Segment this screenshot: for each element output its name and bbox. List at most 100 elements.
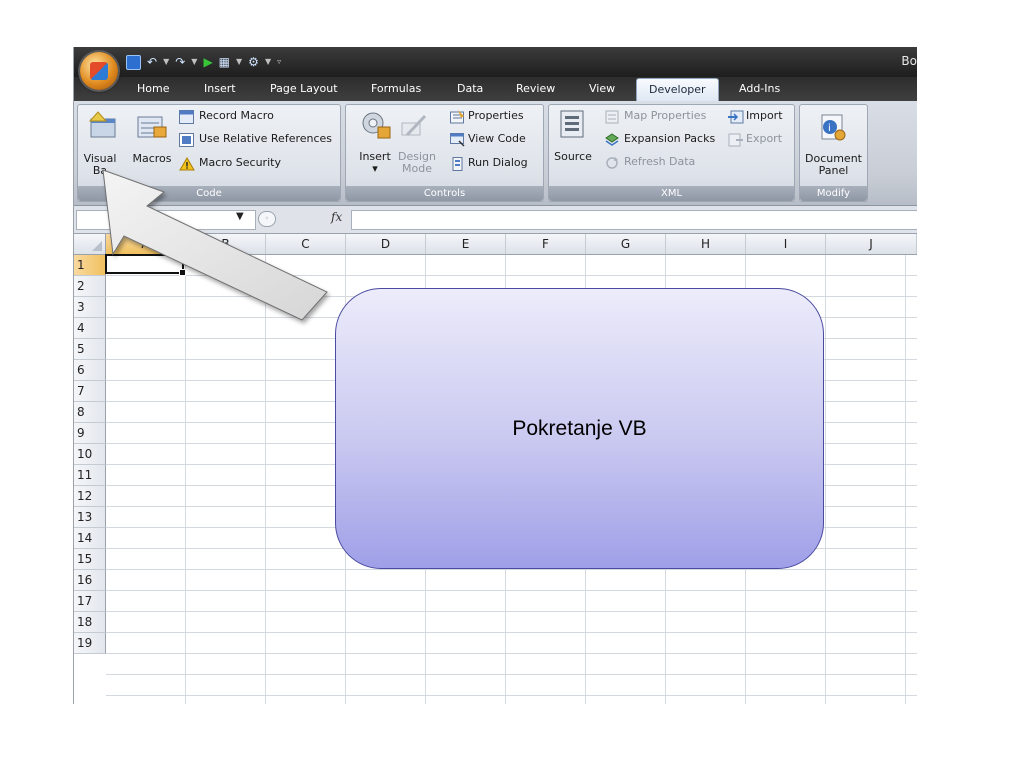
- column-header[interactable]: A: [106, 234, 186, 254]
- properties-icon: [450, 109, 465, 124]
- export-button[interactable]: Export: [746, 132, 782, 145]
- row-header[interactable]: 3: [74, 297, 106, 318]
- macro-security-button[interactable]: Macro Security: [199, 156, 281, 169]
- column-header[interactable]: H: [666, 234, 746, 254]
- save-icon[interactable]: [126, 54, 141, 70]
- macros-icon[interactable]: [136, 113, 168, 141]
- source-button[interactable]: Source: [553, 151, 593, 163]
- row-header[interactable]: 16: [74, 570, 106, 591]
- group-label-controls: Controls: [346, 186, 543, 201]
- callout-text: Pokretanje VB: [512, 416, 647, 440]
- callout-box: Pokretanje VB: [335, 288, 824, 569]
- row-header[interactable]: 7: [74, 381, 106, 402]
- tab-view[interactable]: View: [589, 82, 615, 95]
- expansion-packs-icon: [605, 132, 620, 146]
- ribbon-tabs: Home Insert Page Layout Formulas Data Re…: [74, 77, 917, 101]
- window-title: Bo: [901, 54, 917, 68]
- undo-icon[interactable]: ↶: [147, 53, 157, 71]
- refresh-data-button[interactable]: Refresh Data: [624, 155, 695, 168]
- column-header[interactable]: I: [746, 234, 826, 254]
- row-header[interactable]: 12: [74, 486, 106, 507]
- undo-dropdown-icon[interactable]: ▼: [163, 53, 169, 71]
- active-cell-a1[interactable]: [105, 254, 186, 276]
- tab-formulas[interactable]: Formulas: [371, 82, 421, 95]
- tab-developer[interactable]: Developer: [636, 78, 719, 101]
- design-mode-button[interactable]: Design Mode: [396, 151, 438, 175]
- row-header[interactable]: 11: [74, 465, 106, 486]
- properties-button[interactable]: Properties: [468, 109, 524, 122]
- row-header[interactable]: 8: [74, 402, 106, 423]
- document-panel-button[interactable]: Document Panel: [800, 153, 867, 177]
- group-xml: Source Map Properties Expansion Packs Re…: [548, 104, 795, 202]
- column-header[interactable]: G: [586, 234, 666, 254]
- quick-access-toolbar: ↶ ▼ ↷ ▼ ▶ ▦ ▼ ⚙ ▼ ▿: [126, 53, 281, 71]
- form-dropdown-icon[interactable]: ▼: [236, 53, 242, 71]
- visual-basic-button[interactable]: Visual Ba: [80, 153, 120, 177]
- source-icon[interactable]: [558, 109, 586, 139]
- view-code-button[interactable]: View Code: [468, 132, 526, 145]
- group-label-modify: Modify: [800, 186, 867, 201]
- svg-text:i: i: [828, 123, 831, 134]
- refresh-data-icon: [605, 155, 620, 169]
- row-header[interactable]: 17: [74, 591, 106, 612]
- ribbon: Visual Ba Macros Record Macro Use Relativ…: [74, 101, 917, 206]
- tab-add-ins[interactable]: Add-Ins: [739, 82, 780, 95]
- run-macro-icon[interactable]: ▶: [203, 53, 212, 71]
- group-code: Visual Ba Macros Record Macro Use Relativ…: [77, 104, 341, 202]
- row-header[interactable]: 18: [74, 612, 106, 633]
- name-box[interactable]: [76, 210, 256, 230]
- column-headers: A B C D E F G H I J: [74, 234, 917, 255]
- map-properties-button[interactable]: Map Properties: [624, 109, 706, 122]
- column-header[interactable]: E: [426, 234, 506, 254]
- row-header[interactable]: 13: [74, 507, 106, 528]
- office-button[interactable]: [80, 52, 118, 90]
- row-header[interactable]: 5: [74, 339, 106, 360]
- form-icon[interactable]: ▦: [219, 53, 230, 71]
- run-dialog-icon: [450, 156, 465, 171]
- row-header[interactable]: 19: [74, 633, 106, 654]
- column-header[interactable]: J: [826, 234, 917, 254]
- column-header[interactable]: D: [346, 234, 426, 254]
- visual-basic-icon[interactable]: [88, 111, 118, 139]
- row-header[interactable]: 2: [74, 276, 106, 297]
- insert-function-icon[interactable]: fx: [331, 210, 342, 224]
- document-panel-icon[interactable]: i: [818, 113, 848, 143]
- tab-page-layout[interactable]: Page Layout: [270, 82, 338, 95]
- record-macro-button[interactable]: Record Macro: [199, 109, 274, 122]
- export-icon: [728, 132, 744, 147]
- row-header[interactable]: 6: [74, 360, 106, 381]
- macros-button[interactable]: Macros: [130, 153, 174, 165]
- redo-dropdown-icon[interactable]: ▼: [191, 53, 197, 71]
- run-dialog-button[interactable]: Run Dialog: [468, 156, 528, 169]
- warning-icon: [179, 156, 195, 171]
- row-header[interactable]: 1: [74, 255, 106, 276]
- tools-icon[interactable]: ⚙: [248, 53, 259, 71]
- row-header[interactable]: 15: [74, 549, 106, 570]
- tab-insert[interactable]: Insert: [204, 82, 236, 95]
- insert-controls-icon[interactable]: [358, 109, 392, 141]
- column-header[interactable]: B: [186, 234, 266, 254]
- select-all-button[interactable]: [74, 234, 106, 254]
- tab-data[interactable]: Data: [457, 82, 483, 95]
- group-label-xml: XML: [549, 186, 794, 201]
- expand-formula-icon[interactable]: ◦: [258, 211, 276, 227]
- use-relative-references-button[interactable]: Use Relative References: [199, 132, 332, 145]
- expansion-packs-button[interactable]: Expansion Packs: [624, 132, 715, 145]
- tab-home[interactable]: Home: [137, 82, 169, 95]
- tab-review[interactable]: Review: [516, 82, 555, 95]
- row-header[interactable]: 4: [74, 318, 106, 339]
- name-box-dropdown-icon[interactable]: ▼: [236, 211, 244, 222]
- column-header[interactable]: C: [266, 234, 346, 254]
- tools-dropdown-icon[interactable]: ▼: [265, 53, 271, 71]
- import-button[interactable]: Import: [746, 109, 783, 122]
- formula-bar: ▼ ◦ fx: [74, 206, 917, 234]
- formula-input[interactable]: [351, 210, 917, 230]
- row-header[interactable]: 9: [74, 423, 106, 444]
- column-header[interactable]: F: [506, 234, 586, 254]
- row-header[interactable]: 10: [74, 444, 106, 465]
- customize-qat-icon[interactable]: ▿: [277, 53, 281, 71]
- title-bar: ↶ ▼ ↷ ▼ ▶ ▦ ▼ ⚙ ▼ ▿ Bo: [74, 47, 917, 77]
- insert-controls-button[interactable]: Insert ▾: [355, 151, 395, 175]
- redo-icon[interactable]: ↷: [175, 53, 185, 71]
- row-header[interactable]: 14: [74, 528, 106, 549]
